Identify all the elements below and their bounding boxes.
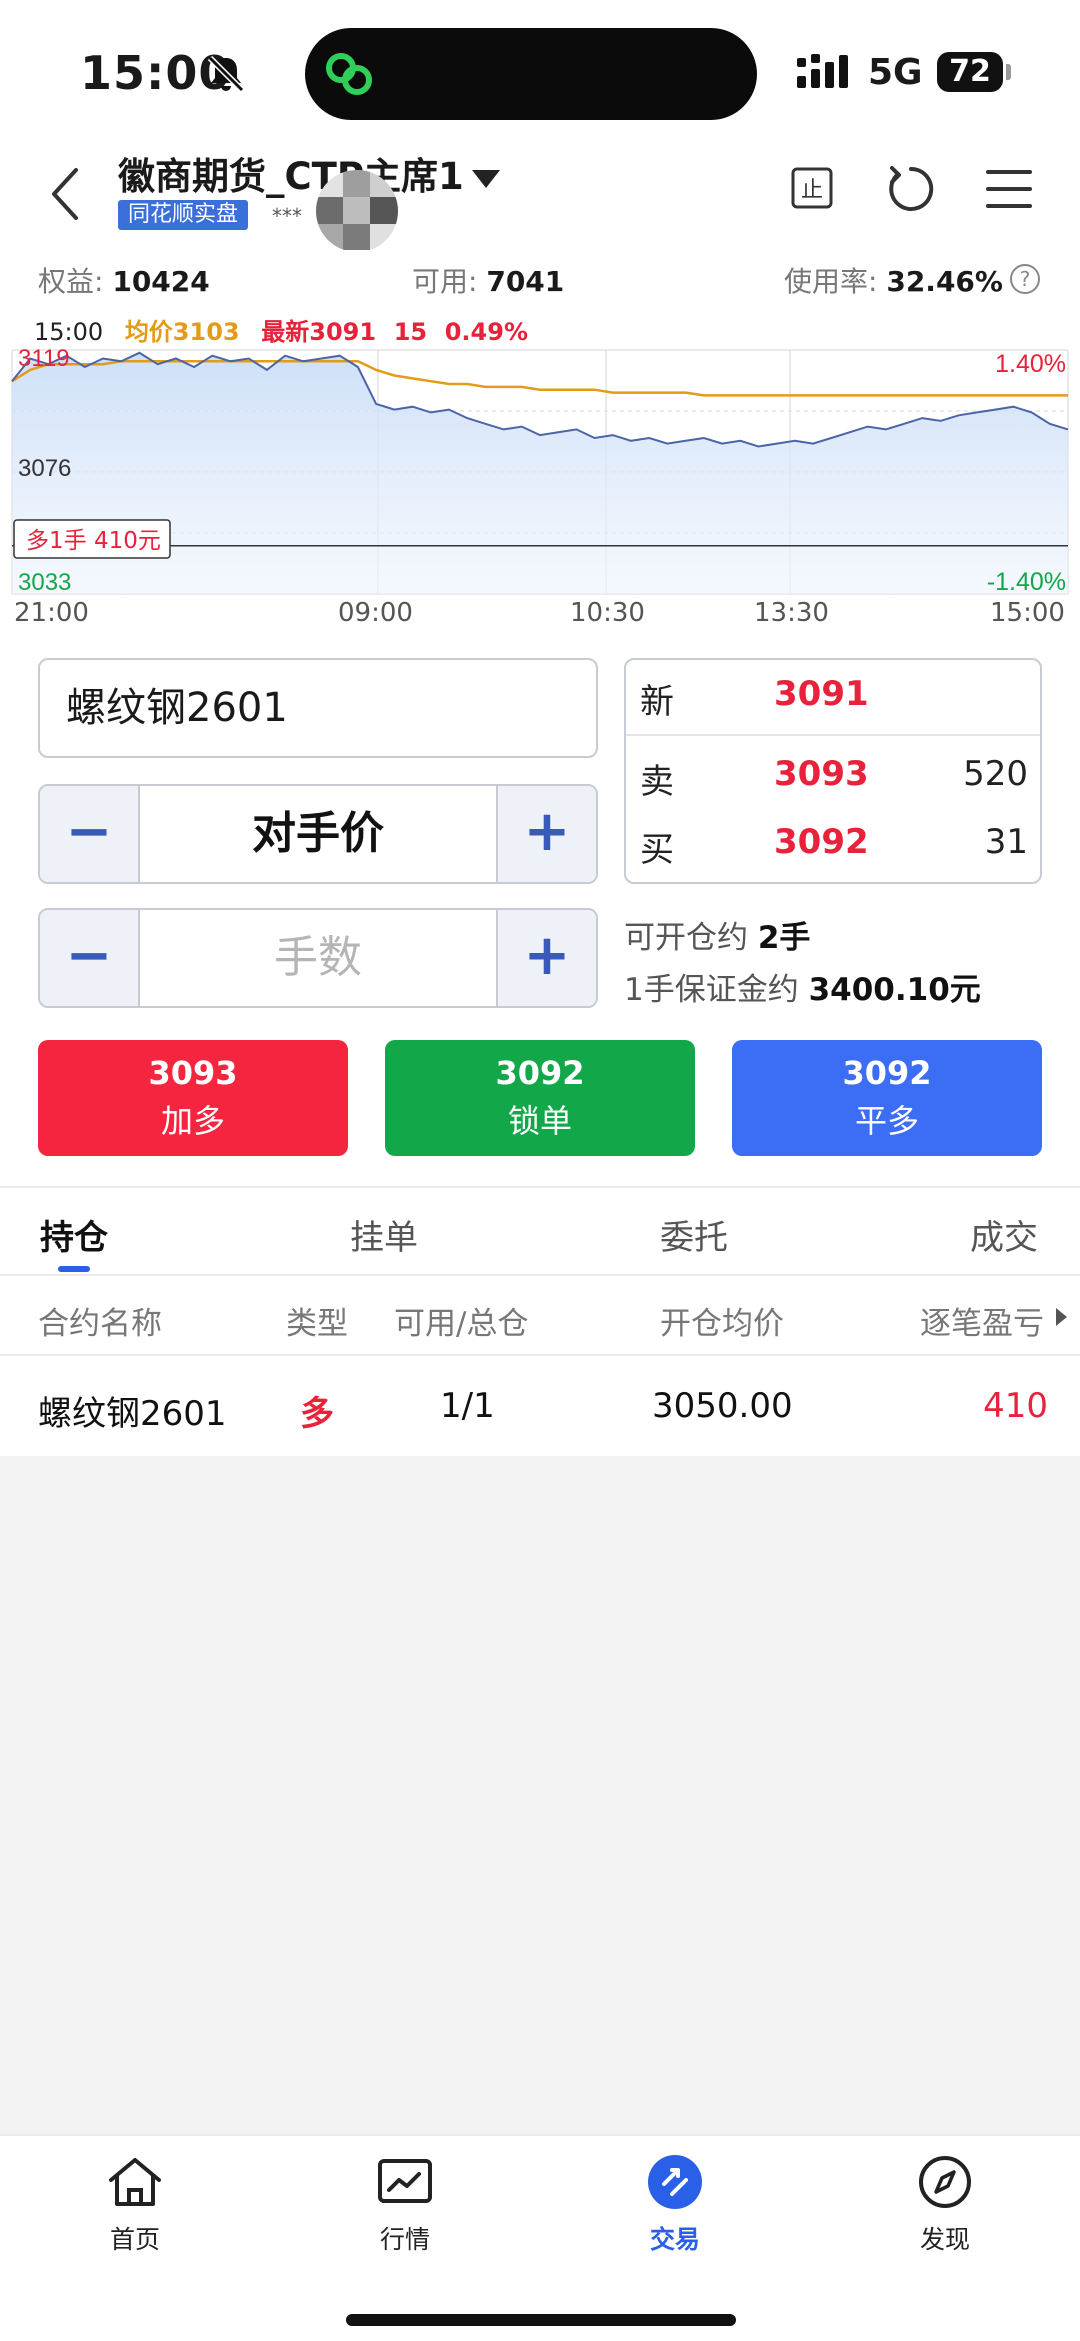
- row-contract: 螺纹钢2601: [38, 1394, 227, 1434]
- col-available: 可用/总仓: [394, 1306, 529, 1342]
- price-mid-label: 3076: [18, 455, 71, 482]
- bell-muted-icon: [207, 55, 245, 93]
- sell-price: 3093: [774, 754, 869, 794]
- stop-order-icon[interactable]: 止: [790, 166, 834, 210]
- quote-sell-row: 卖 3093 520: [640, 754, 1028, 802]
- col-pnl[interactable]: 逐笔盈亏: [920, 1298, 1044, 1343]
- scroll-right-icon[interactable]: [1056, 1308, 1067, 1326]
- nav-home[interactable]: 首页: [65, 2154, 205, 2256]
- price-low-label: 3033: [18, 569, 71, 596]
- row-avg-price: 3050.00: [652, 1386, 793, 1426]
- caret-down-icon: [471, 169, 500, 188]
- svg-text:止: 止: [801, 178, 823, 203]
- chart-plot: 3119 3076 3033 1.40% -1.40% 多1手 410元: [11, 346, 1069, 596]
- trade-icon: [648, 2155, 702, 2209]
- order-panel: 螺纹钢2601 − 对手价 + − 手数 + 新 3091 卖 3093 520…: [0, 642, 1080, 1186]
- battery-icon: 72: [937, 52, 1003, 92]
- nav-trade[interactable]: 交易: [605, 2154, 745, 2256]
- tab-positions[interactable]: 持仓: [40, 1210, 108, 1259]
- price-high-label: 3119: [18, 346, 70, 372]
- network-type: 5G: [868, 52, 923, 93]
- signal-icon: [797, 54, 848, 88]
- account-stats: 权益: 10424 可用: 7041 使用率: 32.46% ?: [0, 250, 1080, 308]
- usage-stat: 使用率: 32.46%: [784, 265, 1003, 298]
- chart-icon: [378, 2159, 432, 2203]
- close-long-button[interactable]: 3092 平多: [732, 1040, 1042, 1156]
- add-long-button[interactable]: 3093 加多: [38, 1040, 348, 1156]
- x-label: 15:00: [990, 598, 1065, 628]
- available-stat: 可用: 7041: [412, 265, 565, 298]
- bottom-nav: 首页 行情 交易 发现: [0, 2134, 1080, 2341]
- new-price: 3091: [774, 674, 869, 714]
- x-label: 21:00: [14, 598, 89, 628]
- positions-header: 合约名称 类型 可用/总仓 开仓均价 逐笔盈亏: [0, 1276, 1080, 1356]
- account-header: 徽商期货_CTP主席1 同花顺实盘 *** 止: [0, 140, 1080, 252]
- price-minus-button[interactable]: −: [40, 786, 140, 882]
- account-switcher[interactable]: 徽商期货_CTP主席1: [118, 146, 500, 200]
- pct-high-label: 1.40%: [995, 350, 1066, 378]
- x-label: 10:30: [570, 598, 645, 628]
- table-row[interactable]: 螺纹钢2601 多 1/1 3050.00 410: [0, 1356, 1080, 1456]
- buy-volume: 31: [984, 822, 1028, 862]
- buy-price: 3092: [774, 822, 869, 862]
- equity-stat: 权益: 10424: [38, 265, 210, 298]
- margin-info: 1手保证金约 3400.10元: [624, 972, 981, 1008]
- quantity-stepper: − 手数 +: [38, 908, 598, 1008]
- legend-avg: 均价3103: [124, 318, 240, 346]
- nav-discover[interactable]: 发现: [875, 2154, 1015, 2256]
- tab-trades[interactable]: 成交: [970, 1210, 1038, 1259]
- row-type: 多: [300, 1394, 334, 1434]
- price-stepper: − 对手价 +: [38, 784, 598, 884]
- pct-low-label: -1.40%: [987, 568, 1066, 596]
- account-masked-id: ***: [272, 204, 302, 228]
- col-avg-price: 开仓均价: [660, 1306, 784, 1342]
- legend-change: 15: [393, 318, 428, 346]
- chart-legend: 15:00 均价3103 最新3091 15 0.49%: [34, 312, 528, 347]
- price-plus-button[interactable]: +: [496, 786, 596, 882]
- lock-button[interactable]: 3092 锁单: [385, 1040, 695, 1156]
- record-tabs: 持仓 挂单 委托 成交: [0, 1186, 1080, 1276]
- legend-last: 最新3091: [261, 318, 377, 346]
- account-badge: 同花顺实盘: [118, 200, 249, 230]
- col-contract: 合约名称: [38, 1306, 162, 1342]
- legend-pct: 0.49%: [444, 318, 528, 346]
- menu-icon[interactable]: [984, 166, 1034, 212]
- quote-new-row: 新 3091: [640, 674, 869, 722]
- row-available: 1/1: [440, 1386, 495, 1426]
- active-tab-indicator: [58, 1266, 90, 1272]
- openable-info: 可开仓约 2手: [624, 920, 811, 956]
- tab-orders[interactable]: 委托: [660, 1210, 728, 1259]
- quote-buy-row: 买 3092 31: [640, 822, 1028, 870]
- qty-plus-button[interactable]: +: [496, 910, 596, 1006]
- compass-icon: [919, 2156, 971, 2208]
- home-icon: [109, 2158, 161, 2206]
- battery-tip: [1006, 64, 1011, 80]
- help-icon[interactable]: ?: [1010, 264, 1040, 294]
- account-name: 徽商期货_CTP主席1: [118, 155, 464, 198]
- blurred-avatar: [316, 170, 398, 252]
- dynamic-island: [305, 28, 757, 120]
- nav-market[interactable]: 行情: [335, 2154, 475, 2256]
- legend-time: 15:00: [34, 318, 104, 346]
- link-app-icon: [326, 53, 372, 95]
- position-tag: 多1手 410元: [26, 528, 161, 554]
- intraday-chart[interactable]: 15:00 均价3103 最新3091 15 0.49% 3119 3076 3…: [0, 308, 1080, 642]
- price-mode-field[interactable]: 对手价: [140, 786, 496, 882]
- contract-input[interactable]: 螺纹钢2601: [38, 658, 598, 758]
- qty-minus-button[interactable]: −: [40, 910, 140, 1006]
- refresh-icon[interactable]: [884, 162, 938, 216]
- x-label: 13:30: [754, 598, 829, 628]
- row-pnl: 410: [983, 1386, 1048, 1426]
- quote-divider: [626, 734, 1040, 736]
- status-bar: 15:00 5G 72: [0, 0, 1080, 140]
- col-type: 类型: [286, 1306, 348, 1342]
- quote-box: 新 3091 卖 3093 520 买 3092 31: [624, 658, 1042, 884]
- x-label: 09:00: [338, 598, 413, 628]
- home-indicator: [346, 2314, 736, 2326]
- back-icon[interactable]: [46, 164, 86, 224]
- quantity-input[interactable]: 手数: [140, 910, 496, 1006]
- sell-volume: 520: [963, 754, 1028, 794]
- tab-pending[interactable]: 挂单: [350, 1210, 418, 1259]
